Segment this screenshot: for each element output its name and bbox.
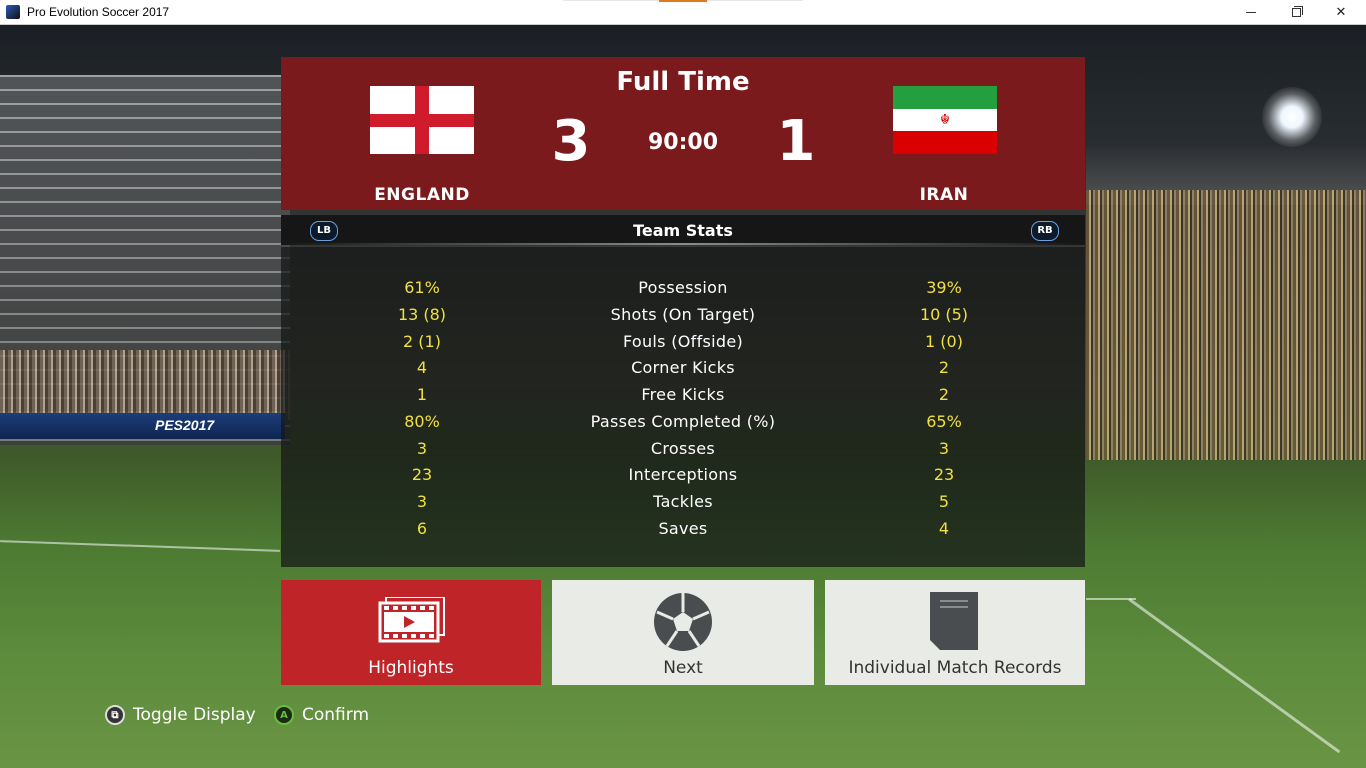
stats-title: Team Stats: [633, 221, 733, 240]
close-button[interactable]: ✕: [1318, 0, 1364, 24]
stats-table: 61% Possession 39% 13 (8) Shots (On Targ…: [281, 247, 1085, 567]
stat-label: Corner Kicks: [631, 358, 735, 377]
stat-label: Tackles: [653, 492, 713, 511]
stat-row: 2 (1) Fouls (Offside) 1 (0): [281, 332, 1085, 358]
stat-away-value: 2: [938, 385, 950, 404]
stat-away-value: 39%: [926, 278, 962, 297]
a-button-icon: A: [274, 705, 294, 725]
restore-icon: [1291, 5, 1303, 17]
stat-home-value: 1: [416, 385, 428, 404]
flag-cross-vertical: [415, 86, 429, 154]
stat-away-value: 4: [938, 519, 950, 538]
away-team-name: IRAN: [919, 185, 969, 205]
stat-label: Crosses: [650, 439, 716, 458]
minimize-icon: [1246, 11, 1256, 13]
stat-away-value: 5: [938, 492, 950, 511]
stat-row: 4 Corner Kicks 2: [281, 358, 1085, 384]
stat-home-value: 2 (1): [403, 332, 441, 351]
home-score: 3: [551, 109, 591, 174]
highlights-button[interactable]: Highlights: [281, 580, 541, 685]
view-button-icon: ⧉: [105, 705, 125, 725]
minimize-button[interactable]: [1228, 0, 1274, 24]
score-panel: Full Time 3 90:00 1 ☬ ENGLAND IRAN: [281, 57, 1085, 210]
stat-home-value: 61%: [404, 278, 440, 297]
flag-stripe-white: ☬: [893, 109, 997, 131]
crowd-right: [1086, 190, 1366, 460]
stat-row: 13 (8) Shots (On Target) 10 (5): [281, 305, 1085, 331]
floodlight: [1262, 87, 1322, 147]
stat-home-value: 4: [416, 358, 428, 377]
app-icon: [6, 5, 20, 19]
confirm-label: Confirm: [302, 705, 370, 725]
stat-label: Free Kicks: [641, 385, 725, 404]
titlebar-accent: [659, 0, 707, 2]
stat-row: 80% Passes Completed (%) 65%: [281, 412, 1085, 438]
individual-match-records-button[interactable]: Individual Match Records: [825, 580, 1085, 685]
rb-button[interactable]: RB: [1031, 221, 1059, 241]
toggle-display-hint[interactable]: ⧉ Toggle Display: [105, 705, 256, 725]
stat-away-value: 2: [938, 358, 950, 377]
stat-home-value: 3: [416, 439, 428, 458]
stat-label: Shots (On Target): [610, 305, 756, 324]
away-score: 1: [776, 109, 816, 174]
stat-row: 61% Possession 39%: [281, 278, 1085, 304]
stat-home-value: 13 (8): [397, 305, 447, 324]
home-team-name: ENGLAND: [374, 185, 470, 205]
stat-row: 3 Tackles 5: [281, 492, 1085, 518]
advertising-board: [0, 413, 285, 439]
stat-home-value: 23: [411, 465, 433, 484]
document-icon: [930, 592, 978, 650]
iran-flag-icon: ☬: [893, 86, 997, 154]
match-clock: 90:00: [647, 130, 719, 155]
stat-row: 23 Interceptions 23: [281, 465, 1085, 491]
restore-button[interactable]: [1273, 0, 1319, 24]
toggle-display-label: Toggle Display: [133, 705, 256, 725]
stat-home-value: 6: [416, 519, 428, 538]
stat-label: Passes Completed (%): [590, 412, 776, 431]
stats-header: LB Team Stats RB: [281, 215, 1085, 245]
stat-row: 1 Free Kicks 2: [281, 385, 1085, 411]
stat-home-value: 3: [416, 492, 428, 511]
stat-label: Fouls (Offside): [622, 332, 744, 351]
stat-label: Interceptions: [628, 465, 738, 484]
stat-row: 6 Saves 4: [281, 519, 1085, 545]
stat-label: Saves: [658, 519, 708, 538]
highlights-label: Highlights: [368, 658, 454, 678]
next-button[interactable]: Next: [552, 580, 814, 685]
england-flag-icon: [370, 86, 474, 154]
film-icon: [378, 597, 445, 643]
close-icon: ✕: [1335, 4, 1347, 20]
stat-away-value: 23: [933, 465, 955, 484]
stat-away-value: 3: [938, 439, 950, 458]
stat-away-value: 10 (5): [919, 305, 969, 324]
stat-row: 3 Crosses 3: [281, 439, 1085, 465]
pitch-line: [0, 540, 280, 552]
crowd-left: [0, 350, 290, 420]
next-label: Next: [663, 658, 703, 678]
stat-away-value: 1 (0): [925, 332, 963, 351]
stats-header-underline: [281, 243, 1085, 245]
stat-away-value: 65%: [926, 412, 962, 431]
pitch-line: [1128, 598, 1341, 754]
stat-label: Possession: [638, 278, 728, 297]
adboard-logo: PES2017: [155, 417, 215, 433]
window-title: Pro Evolution Soccer 2017: [27, 5, 170, 19]
stat-home-value: 80%: [404, 412, 440, 431]
window-titlebar: Pro Evolution Soccer 2017 ✕: [0, 0, 1366, 25]
flag-stripe-green: [893, 86, 997, 109]
confirm-hint[interactable]: A Confirm: [274, 705, 369, 725]
individual-match-records-label: Individual Match Records: [848, 658, 1062, 678]
soccer-ball-icon: [654, 593, 712, 651]
flag-emblem-icon: ☬: [940, 112, 950, 128]
flag-stripe-red: [893, 131, 997, 154]
